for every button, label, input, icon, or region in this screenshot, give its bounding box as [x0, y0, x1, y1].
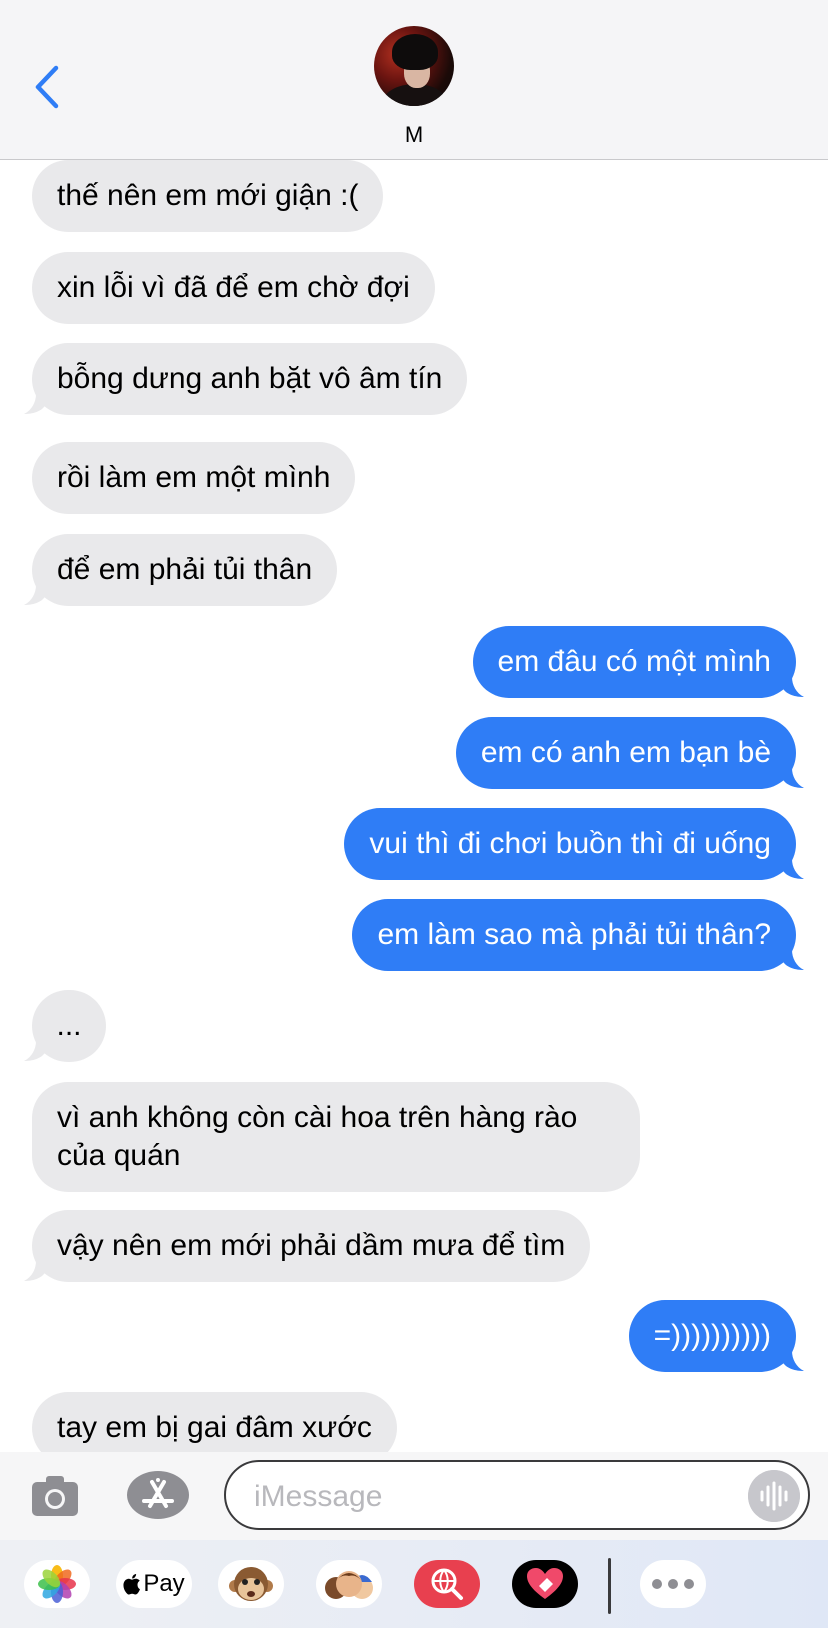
ellipsis-icon: [652, 1579, 694, 1589]
message-received[interactable]: để em phải tủi thân: [32, 534, 338, 606]
avatar-hair: [392, 34, 438, 70]
message-sent[interactable]: em có anh em bạn bè: [455, 717, 796, 789]
monkey-icon: [229, 1567, 273, 1601]
camera-icon[interactable]: [30, 1470, 80, 1520]
message-line: vì anh không còn cài hoa trên hàng rào: [57, 1101, 578, 1134]
message-sent[interactable]: em làm sao mà phải tủi thân?: [352, 899, 796, 971]
more-apps-icon[interactable]: [640, 1560, 706, 1608]
photos-app-icon[interactable]: [24, 1560, 90, 1608]
memoji-app-icon[interactable]: [316, 1560, 382, 1608]
bubble-tail: [782, 859, 804, 879]
bubble-tail: [782, 677, 804, 697]
apple-pay-app-icon[interactable]: Pay: [116, 1560, 192, 1608]
message-received[interactable]: bỗng dưng anh bặt vô âm tín: [32, 343, 468, 415]
message-received[interactable]: vậy nên em mới phải dầm mưa để tìm: [32, 1210, 591, 1282]
bubble-tail: [782, 1351, 804, 1371]
bubble-tail: [24, 1261, 46, 1281]
bubble-tail: [782, 768, 804, 788]
drawer-divider: [608, 1558, 611, 1614]
voice-message-icon[interactable]: [748, 1470, 800, 1522]
digital-touch-app-icon[interactable]: [512, 1560, 578, 1608]
bubble-tail: [24, 585, 46, 605]
bubble-tail: [24, 1041, 46, 1061]
composer-bar: [0, 1452, 828, 1540]
message-line: của quán: [57, 1139, 181, 1172]
message-sent[interactable]: vui thì đi chơi buồn thì đi uống: [344, 808, 796, 880]
message-received[interactable]: vì anh không còn cài hoa trên hàng rào c…: [32, 1082, 640, 1192]
globe-search-icon: [431, 1568, 463, 1600]
apple-logo-icon: [123, 1574, 141, 1595]
message-received[interactable]: thế nên em mới giận :(: [32, 160, 384, 232]
message-list[interactable]: thế nên em mới giận :( xin lỗi vì đã để …: [0, 0, 828, 1464]
app-drawer: Pay: [0, 1540, 828, 1628]
app-store-icon[interactable]: [126, 1470, 190, 1520]
message-input[interactable]: [252, 1474, 716, 1520]
message-received[interactable]: rồi làm em một mình: [32, 442, 356, 514]
contact-avatar[interactable]: [374, 26, 454, 106]
message-sent[interactable]: em đâu có một mình: [472, 626, 796, 698]
conversation-header: M: [0, 0, 828, 160]
apple-pay-label: Pay: [143, 1570, 185, 1597]
photos-flower-icon: [38, 1565, 76, 1603]
animoji-app-icon[interactable]: [218, 1560, 284, 1608]
bubble-tail: [24, 394, 46, 414]
contact-name[interactable]: M: [0, 122, 828, 148]
heart-touch-icon: [527, 1568, 563, 1599]
image-search-app-icon[interactable]: [414, 1560, 480, 1608]
bubble-tail: [782, 950, 804, 970]
message-received[interactable]: xin lỗi vì đã để em chờ đợi: [32, 252, 435, 324]
message-sent[interactable]: =)))))))))): [628, 1300, 796, 1372]
back-chevron-icon[interactable]: [28, 62, 68, 112]
imessage-field[interactable]: [224, 1460, 810, 1530]
memoji-faces-icon: [325, 1571, 373, 1599]
